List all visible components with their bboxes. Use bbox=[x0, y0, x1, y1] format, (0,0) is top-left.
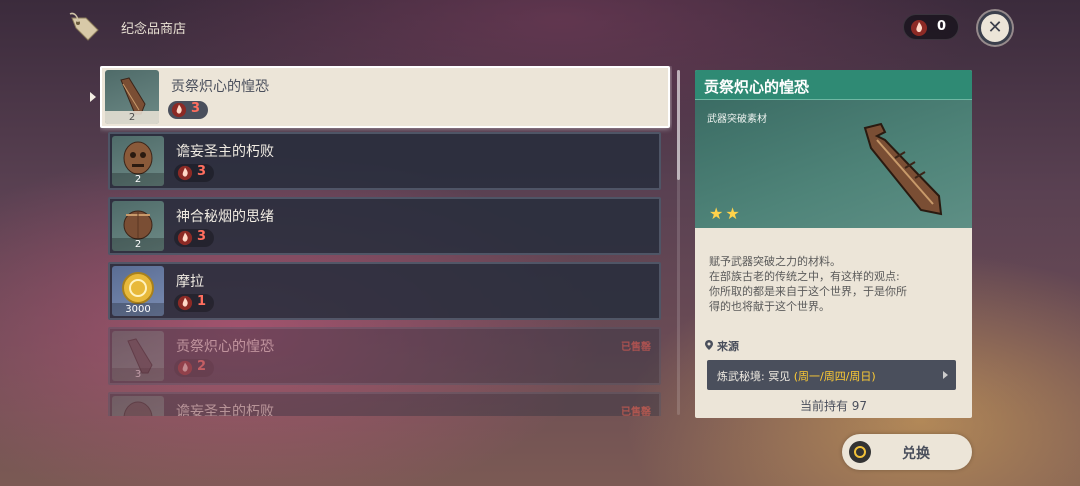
flame-coin-icon bbox=[177, 295, 193, 311]
item-price: 1 bbox=[174, 294, 214, 312]
close-button[interactable]: ✕ bbox=[978, 11, 1012, 45]
price-value: 2 bbox=[197, 359, 207, 374]
description-line: 赋予武器突破之力的材料。 bbox=[709, 255, 841, 268]
location-pin-icon bbox=[705, 340, 713, 350]
sold-out-label: 已售罄 bbox=[621, 407, 651, 416]
flame-coin-icon bbox=[171, 102, 187, 118]
shop-item[interactable]: 3 贡祭炽心的惶恐 2 已售罄 bbox=[108, 327, 661, 385]
close-icon: ✕ bbox=[987, 17, 1003, 38]
detail-header: 贡祭炽心的惶恐 bbox=[695, 70, 972, 100]
item-description: 赋予武器突破之力的材料。 在部族古老的传统之中，有这样的观点: 你所取的都是来自… bbox=[709, 254, 961, 314]
item-price: 2 bbox=[174, 359, 214, 377]
item-quantity: 3000 bbox=[112, 303, 164, 316]
description-line: 在部族古老的传统之中，有这样的观点: bbox=[709, 270, 900, 283]
shop-tag-icon bbox=[69, 12, 99, 41]
item-name: 谵妄圣主的朽败 bbox=[176, 404, 274, 416]
source-domain-name: 炼武秘境: 冥见 bbox=[717, 370, 791, 383]
flame-coin-icon bbox=[177, 360, 193, 376]
item-name: 神合秘烟的思绪 bbox=[176, 209, 274, 225]
exchange-label: 兑换 bbox=[902, 446, 930, 462]
list-scrollbar[interactable] bbox=[677, 70, 680, 415]
item-thumbnail bbox=[112, 396, 164, 416]
description-line: 你所取的都是来自于这个世界，于是你所 bbox=[709, 285, 907, 298]
mask-relic-icon bbox=[123, 401, 153, 416]
item-detail-panel: 贡祭炽心的惶恐 武器突破素材 ★★ 赋予武器突破之力的材料。 在部族古老的传统之… bbox=[695, 70, 972, 418]
selection-indicator-icon bbox=[90, 92, 96, 102]
currency-count: 0 bbox=[937, 19, 947, 34]
feather-relic-icon bbox=[863, 122, 943, 216]
description-line: 得的也将献于这个世界。 bbox=[709, 300, 830, 313]
flame-coin-icon bbox=[177, 165, 193, 181]
item-quantity: 3 bbox=[112, 368, 164, 381]
price-value: 3 bbox=[191, 101, 201, 116]
item-price: 3 bbox=[168, 101, 208, 119]
price-value: 1 bbox=[197, 294, 207, 309]
flame-coin-icon bbox=[911, 20, 927, 36]
exchange-button[interactable]: 兑换 bbox=[842, 434, 972, 470]
item-thumbnail: 3000 bbox=[112, 266, 164, 316]
item-type: 武器突破素材 bbox=[707, 114, 767, 125]
shop-item[interactable]: 2 贡祭炽心的惶恐 3 bbox=[100, 66, 670, 128]
item-price: 3 bbox=[174, 164, 214, 182]
item-name: 贡祭炽心的惶恐 bbox=[171, 79, 269, 95]
sold-out-label: 已售罄 bbox=[621, 342, 651, 353]
scrollbar-thumb[interactable] bbox=[677, 70, 680, 180]
shop-item[interactable]: 3000 摩拉 1 bbox=[108, 262, 661, 320]
item-thumbnail: 3 bbox=[112, 331, 164, 381]
item-quantity: 2 bbox=[112, 173, 164, 186]
shop-item[interactable]: 2 神合秘烟的思绪 3 bbox=[108, 197, 661, 255]
source-label: 来源 bbox=[717, 340, 739, 353]
price-value: 3 bbox=[197, 229, 207, 244]
item-name: 贡祭炽心的惶恐 bbox=[176, 339, 274, 355]
flame-coin-icon bbox=[177, 230, 193, 246]
price-value: 3 bbox=[197, 164, 207, 179]
confirm-circle-icon bbox=[849, 441, 871, 463]
page-title: 纪念品商店 bbox=[121, 22, 187, 37]
shop-item[interactable]: 谵妄圣主的朽败 已售罄 bbox=[108, 392, 661, 416]
source-domain-text: 炼武秘境: 冥见 (周一/周四/周日) bbox=[717, 368, 876, 384]
source-domain-days: (周一/周四/周日) bbox=[793, 370, 876, 383]
detail-hero: 武器突破素材 ★★ bbox=[695, 100, 972, 228]
top-bar: 纪念品商店 0 ✕ bbox=[0, 0, 1080, 56]
item-quantity: 2 bbox=[105, 111, 159, 124]
owned-count: 当前持有 97 bbox=[799, 399, 868, 413]
shop-item-list[interactable]: 2 贡祭炽心的惶恐 3 2 谵妄圣主的朽败 3 2 神合秘烟的思绪 3 3000… bbox=[100, 66, 672, 416]
item-name: 谵妄圣主的朽败 bbox=[176, 144, 274, 160]
item-thumbnail: 2 bbox=[112, 201, 164, 251]
rarity-stars: ★★ bbox=[709, 204, 742, 223]
item-price: 3 bbox=[174, 229, 214, 247]
source-domain-link[interactable]: 炼武秘境: 冥见 (周一/周四/周日) bbox=[707, 360, 956, 390]
item-name: 摩拉 bbox=[176, 274, 204, 290]
detail-title: 贡祭炽心的惶恐 bbox=[704, 78, 810, 96]
item-thumbnail: 2 bbox=[112, 136, 164, 186]
chevron-right-icon bbox=[943, 371, 948, 379]
currency-counter: 0 bbox=[903, 14, 959, 40]
shop-item[interactable]: 2 谵妄圣主的朽败 3 bbox=[108, 132, 661, 190]
item-thumbnail: 2 bbox=[105, 70, 159, 124]
item-quantity: 2 bbox=[112, 238, 164, 251]
